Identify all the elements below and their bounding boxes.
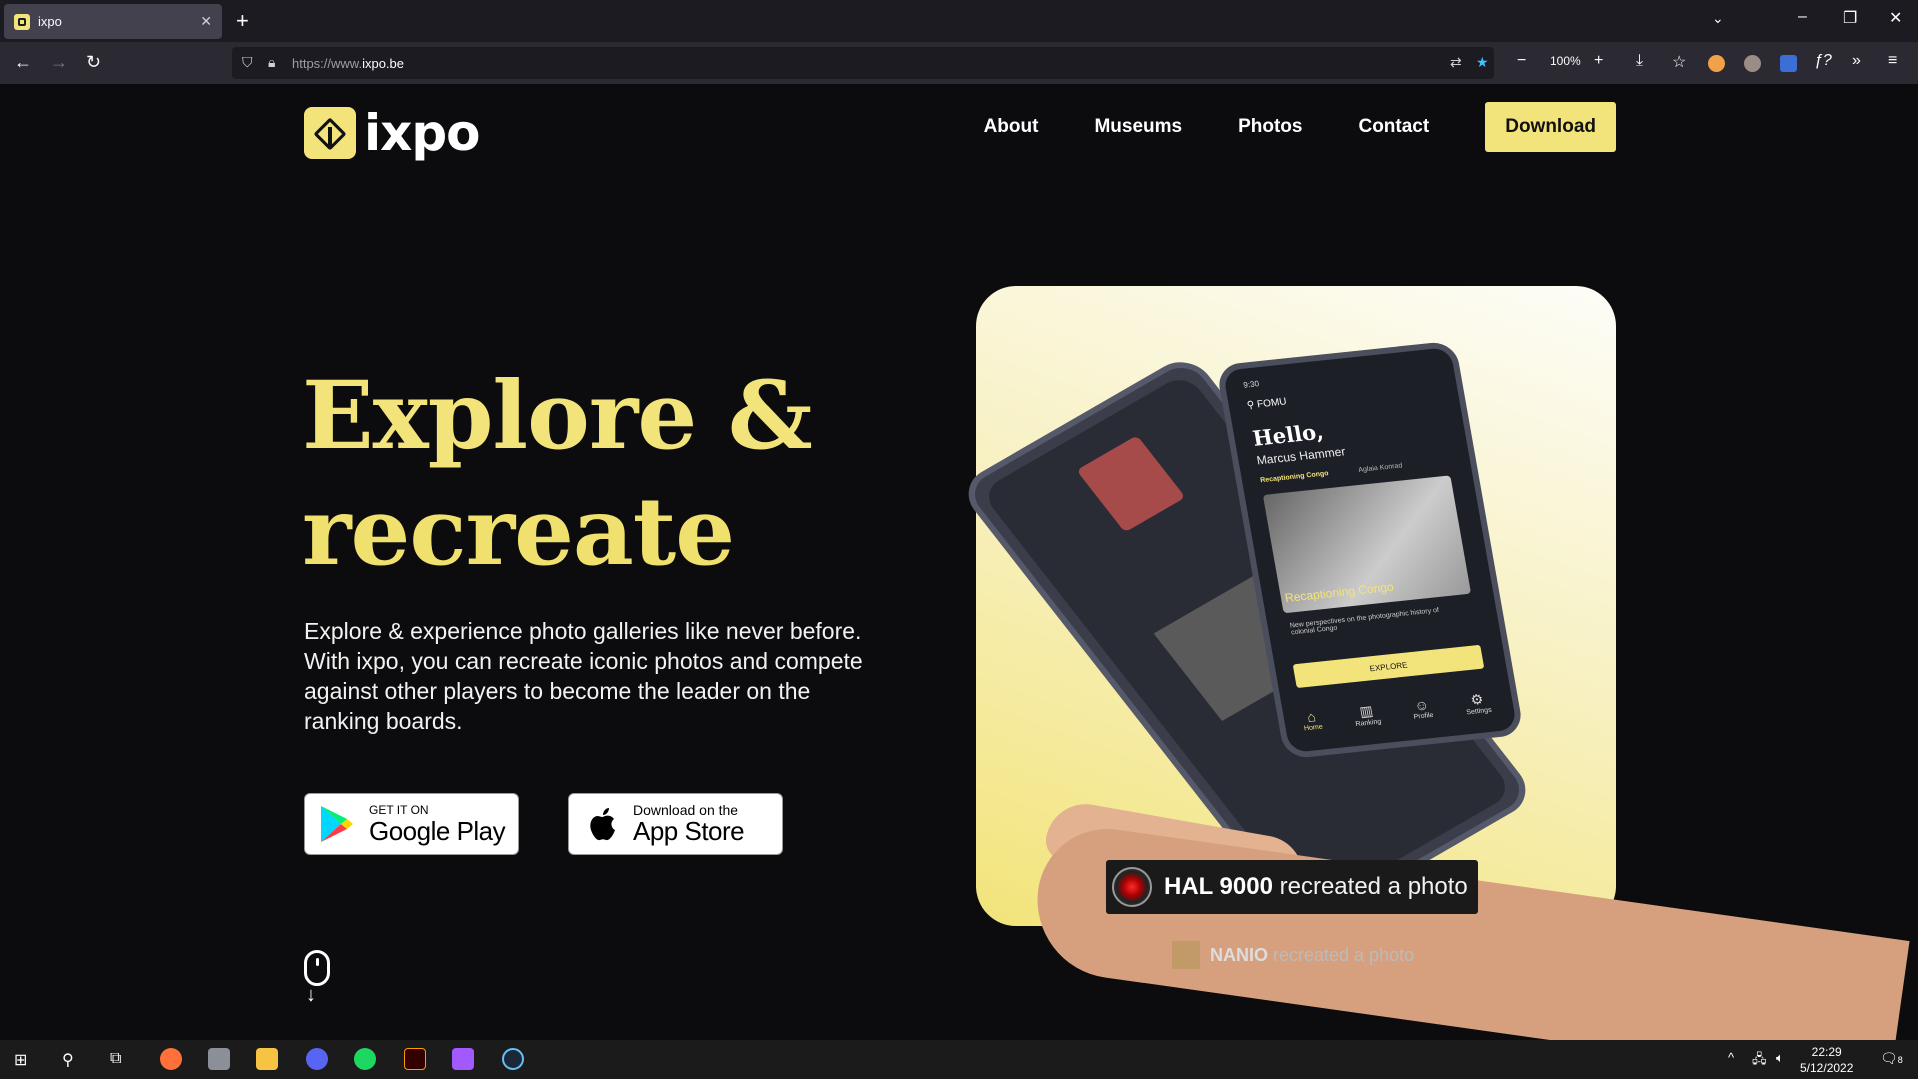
- back-arrow-icon[interactable]: ←: [14, 52, 32, 73]
- hero-title-line-2: recreate: [302, 477, 735, 587]
- google-play-icon: [321, 806, 353, 842]
- steam-icon[interactable]: [502, 1048, 524, 1070]
- activity-notification-secondary: NANIO recreated a photo: [1172, 941, 1414, 969]
- ixpo-favicon-icon: [14, 13, 30, 30]
- file-explorer-icon[interactable]: [256, 1048, 278, 1070]
- nav-contact[interactable]: Contact: [1358, 116, 1429, 138]
- lock-icon[interactable]: 🔒︎: [268, 54, 275, 71]
- hero-title: Explore & recreate: [302, 358, 813, 590]
- network-icon[interactable]: 🖧︎: [1752, 1050, 1767, 1072]
- translate-icon[interactable]: ⇄: [1450, 54, 1462, 71]
- library-icon[interactable]: ☆: [1672, 52, 1686, 72]
- discord-icon[interactable]: [306, 1048, 328, 1070]
- zoom-level[interactable]: 100%: [1550, 54, 1581, 68]
- notification-secondary-text: NANIO recreated a photo: [1210, 944, 1415, 965]
- system-clock[interactable]: 22:29 5/12/2022: [1800, 1044, 1853, 1076]
- clock-time: 22:29: [1811, 1045, 1842, 1059]
- scroll-down-arrow-icon[interactable]: ↓: [306, 984, 316, 1007]
- hero-description: Explore & experience photo galleries lik…: [304, 618, 863, 734]
- page-content: ixpo About Museums Photos Contact Downlo…: [0, 84, 1918, 1040]
- download-button[interactable]: Download: [1485, 102, 1616, 152]
- browser-tab[interactable]: ixpo ✕: [4, 4, 222, 39]
- phone-tabs: Recaptioning CongoAglaia Konrad: [1259, 462, 1403, 485]
- nav-about[interactable]: About: [984, 116, 1039, 138]
- notification-center-icon[interactable]: 🗨︎8: [1880, 1050, 1903, 1067]
- nav-photos[interactable]: Photos: [1238, 116, 1302, 138]
- restore-window-button[interactable]: ❐: [1843, 8, 1857, 28]
- translate-extension-icon[interactable]: [1780, 55, 1797, 72]
- app-icon[interactable]: [208, 1048, 230, 1070]
- ixpo-logo[interactable]: ixpo: [304, 104, 481, 162]
- app-store-button[interactable]: Download on the App Store: [568, 793, 783, 855]
- illustrator-icon[interactable]: [404, 1048, 426, 1070]
- browser-tab-strip: ixpo ✕ + ⌄ – ❐ ✕: [0, 0, 1918, 42]
- url-text[interactable]: https://www.ixpo.be: [292, 56, 404, 71]
- hero-title-line-1: Explore &: [302, 361, 813, 471]
- search-icon[interactable]: ⚲: [62, 1050, 74, 1070]
- extension-icon[interactable]: [1744, 55, 1761, 72]
- phone-time: 9:30: [1242, 379, 1260, 390]
- extension-icon[interactable]: [1708, 55, 1725, 72]
- activity-notification: HAL 9000 recreated a photo: [1106, 860, 1478, 914]
- cube-logo-icon: [304, 107, 356, 159]
- overflow-chevron-icon[interactable]: »: [1852, 52, 1861, 70]
- app-store-small-text: Download on the: [633, 801, 739, 818]
- nanio-avatar: [1172, 941, 1200, 969]
- forward-arrow-icon[interactable]: →: [50, 52, 68, 73]
- hamburger-menu-icon[interactable]: ≡: [1888, 52, 1897, 70]
- volume-icon[interactable]: 🔈︎: [1776, 1050, 1784, 1066]
- figma-icon[interactable]: [452, 1048, 474, 1070]
- formula-extension-icon[interactable]: ƒ?: [1814, 52, 1832, 70]
- main-nav: About Museums Photos Contact Download: [984, 102, 1616, 152]
- windows-taskbar: ⊞ ⚲ ⧉ ^ 🖧︎ 🔈︎ 22:29 5/12/2022 🗨︎8: [0, 1040, 1918, 1079]
- reload-icon[interactable]: ↻: [86, 52, 101, 73]
- zoom-in-icon[interactable]: +: [1594, 52, 1603, 70]
- phone-greeting: Hello,: [1250, 418, 1326, 451]
- browser-toolbar: ← → ↻ ⛉ 🔒︎ https://www.ixpo.be ⇄ ★ − 100…: [0, 42, 1918, 84]
- new-tab-button[interactable]: +: [236, 8, 249, 34]
- clock-date: 5/12/2022: [1800, 1061, 1854, 1075]
- close-window-button[interactable]: ✕: [1889, 8, 1902, 28]
- spotify-icon[interactable]: [354, 1048, 376, 1070]
- phone-explore-button: EXPLORE: [1292, 644, 1485, 689]
- windows-start-icon[interactable]: ⊞: [14, 1050, 27, 1070]
- minimize-window-button[interactable]: –: [1798, 8, 1807, 26]
- google-play-small-text: GET IT ON: [369, 802, 429, 817]
- google-play-button[interactable]: GET IT ON Google Play: [304, 793, 519, 855]
- apple-icon: [590, 808, 615, 841]
- url-bar[interactable]: ⛉ 🔒︎ https://www.ixpo.be ⇄ ★: [232, 47, 1494, 79]
- bookmark-star-icon[interactable]: ★: [1476, 54, 1489, 71]
- zoom-out-icon[interactable]: −: [1517, 52, 1526, 70]
- list-all-tabs-icon[interactable]: ⌄: [1712, 10, 1724, 27]
- close-tab-button[interactable]: ✕: [200, 13, 212, 30]
- show-hidden-icons-chevron-icon[interactable]: ^: [1728, 1050, 1734, 1065]
- notification-text: HAL 9000 recreated a photo: [1164, 873, 1468, 900]
- phone-location: ⚲ FOMU: [1246, 396, 1288, 412]
- logo-text: ixpo: [364, 104, 481, 162]
- scroll-mouse-icon[interactable]: [304, 950, 330, 986]
- tab-title: ixpo: [38, 14, 62, 29]
- nav-museums[interactable]: Museums: [1094, 116, 1182, 138]
- hal-9000-avatar: [1112, 867, 1152, 907]
- phone-bottom-nav: ⌂ Home ▥ Ranking ☺ Profile ⚙ Settings: [1301, 690, 1492, 733]
- app-store-big-text: App Store: [633, 815, 745, 846]
- google-play-big-text: Google Play: [369, 815, 506, 846]
- task-view-icon[interactable]: ⧉: [110, 1050, 121, 1068]
- firefox-icon[interactable]: [160, 1048, 182, 1070]
- downloads-icon[interactable]: ⤓: [1636, 52, 1643, 70]
- shield-icon[interactable]: ⛉: [242, 54, 253, 71]
